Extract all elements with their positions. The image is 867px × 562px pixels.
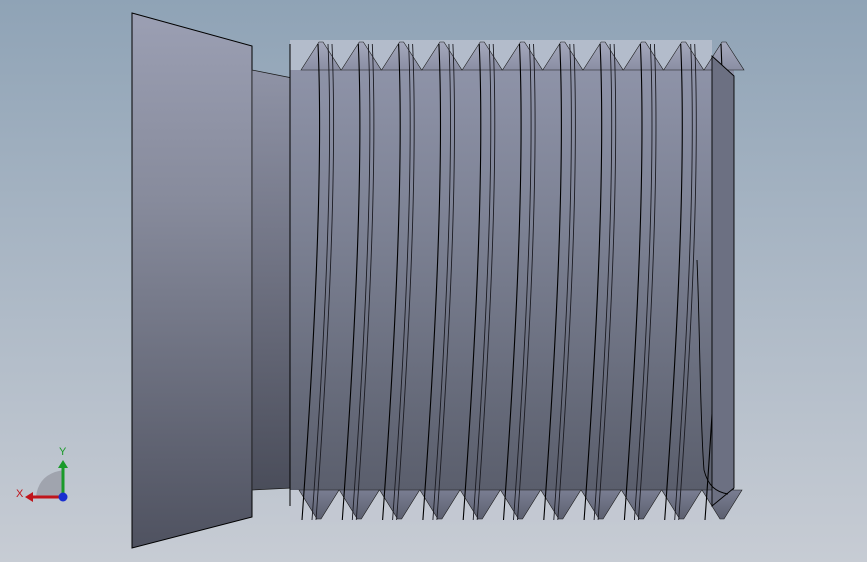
thread-end-chamfer[interactable] <box>711 54 735 507</box>
y-axis-arrowhead-icon <box>58 460 68 468</box>
model-scene[interactable]: X Y <box>0 0 867 562</box>
3d-viewport[interactable]: X Y <box>0 0 867 562</box>
x-axis-arrowhead-icon <box>25 492 33 502</box>
flange-face[interactable] <box>131 12 253 549</box>
x-axis-label: X <box>16 488 24 500</box>
z-axis-dot-icon <box>58 492 68 502</box>
triad-plane-icon <box>36 470 63 497</box>
neck-face[interactable] <box>251 69 293 491</box>
axis-triad[interactable]: X Y <box>16 446 68 502</box>
y-axis-label: Y <box>59 446 67 458</box>
